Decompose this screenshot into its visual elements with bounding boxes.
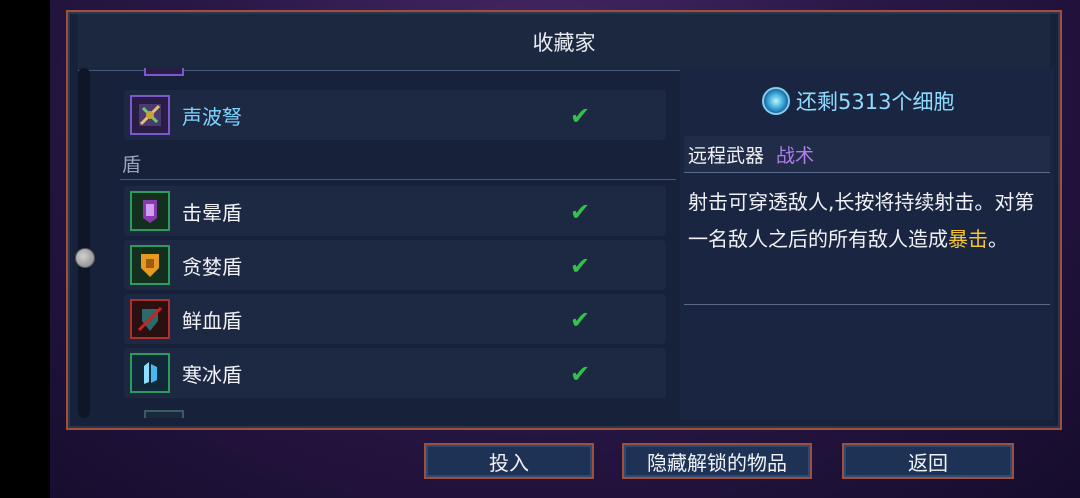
blueprint-list[interactable]: 声波弩 ✔ 盾 击晕盾 ✔ 贪婪盾 ✔ 鲜血盾 ✔ 寒冰盾 ✔ xyxy=(94,68,676,418)
hide-unlocked-button[interactable]: 隐藏解锁的物品 xyxy=(622,443,812,479)
invest-button[interactable]: 投入 xyxy=(424,443,594,479)
blood-shield-icon xyxy=(130,299,170,339)
item-details: 还剩5313个细胞 远程武器 战术 射击可穿透敌人,长按将持续射击。对第一名敌人… xyxy=(680,68,1054,420)
screen-left-edge xyxy=(0,0,50,498)
item-description: 射击可穿透敌人,长按将持续射击。对第一名敌人之后的所有敌人造成暴击。 xyxy=(688,184,1040,258)
panel-title-text: 收藏家 xyxy=(532,31,596,55)
item-name: 声波弩 xyxy=(182,104,242,129)
panel-title: 收藏家 xyxy=(78,14,1050,71)
scrollbar-thumb[interactable] xyxy=(75,248,95,268)
unlocked-check-icon: ✔ xyxy=(570,360,591,388)
item-name: 击晕盾 xyxy=(182,200,242,225)
list-item-ice-shield[interactable]: 寒冰盾 ✔ xyxy=(124,348,666,398)
item-type-bar: 远程武器 战术 xyxy=(684,136,1050,173)
partial-item-icon xyxy=(144,68,184,76)
scrollbar-track[interactable] xyxy=(78,68,90,418)
cells-counter: 还剩5313个细胞 xyxy=(762,86,954,116)
weapon-type: 远程武器 xyxy=(688,144,765,167)
stun-shield-icon xyxy=(130,191,170,231)
item-name: 寒冰盾 xyxy=(182,362,242,387)
unlocked-check-icon: ✔ xyxy=(570,252,591,280)
back-button[interactable]: 返回 xyxy=(842,443,1014,479)
list-item-stun-shield[interactable]: 击晕盾 ✔ xyxy=(124,186,666,236)
divider xyxy=(684,304,1050,305)
list-item-blood-shield[interactable]: 鲜血盾 ✔ xyxy=(124,294,666,344)
unlocked-check-icon: ✔ xyxy=(570,198,591,226)
unlocked-check-icon: ✔ xyxy=(570,102,591,130)
partial-item-icon xyxy=(144,410,184,418)
back-button-label: 返回 xyxy=(908,450,948,475)
item-name: 贪婪盾 xyxy=(182,254,242,279)
item-name: 鲜血盾 xyxy=(182,308,242,333)
list-item-greed-shield[interactable]: 贪婪盾 ✔ xyxy=(124,240,666,290)
greed-shield-icon xyxy=(130,245,170,285)
crit-keyword: 暴击 xyxy=(948,227,988,251)
unlocked-check-icon: ✔ xyxy=(570,306,591,334)
weapon-tag: 战术 xyxy=(776,144,815,167)
cell-icon xyxy=(762,87,790,115)
list-item-sonic-crossbow[interactable]: 声波弩 ✔ xyxy=(124,90,666,140)
invest-button-label: 投入 xyxy=(489,450,529,475)
cells-remaining: 还剩5313个细胞 xyxy=(796,90,955,114)
ice-shield-icon xyxy=(130,353,170,393)
category-label: 盾 xyxy=(122,154,142,176)
description-end: 。 xyxy=(988,227,1008,251)
collector-panel: 收藏家 声波弩 ✔ 盾 击晕盾 ✔ 贪婪盾 ✔ 鲜血盾 ✔ 寒冰盾 ✔ 还剩53… xyxy=(66,10,1062,430)
hide-unlocked-button-label: 隐藏解锁的物品 xyxy=(647,450,787,475)
sonic-crossbow-icon xyxy=(130,95,170,135)
category-header-shield: 盾 xyxy=(120,150,676,180)
